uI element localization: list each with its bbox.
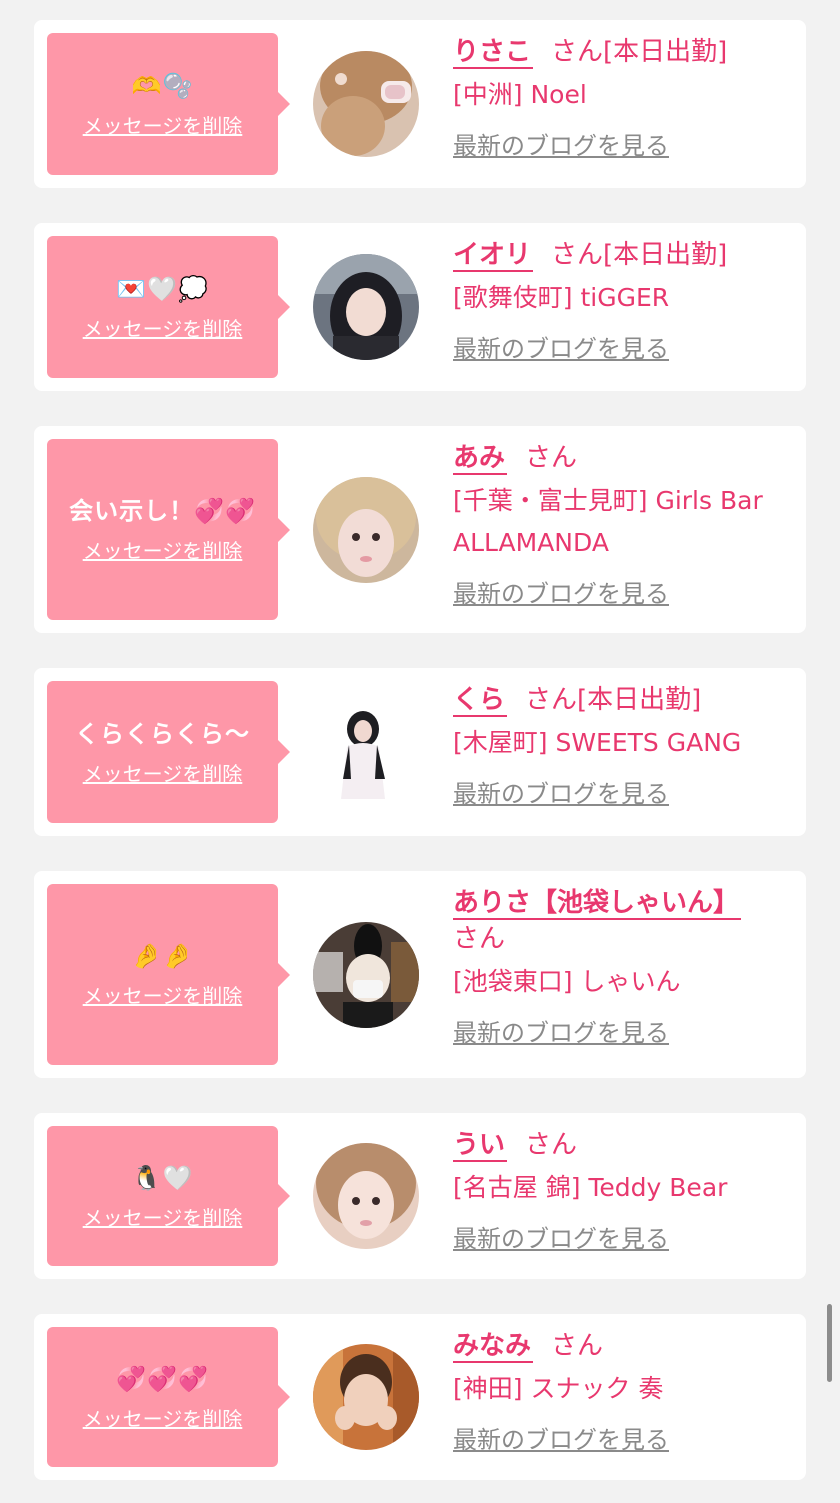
message-text: 🤌🤌	[131, 942, 194, 970]
status-label: [本日出勤]	[577, 685, 702, 715]
latest-blog-link[interactable]: 最新のブログを見る	[453, 574, 669, 609]
shop-label: [神田] スナック 奏	[453, 1374, 664, 1403]
scrollbar[interactable]	[827, 1304, 832, 1382]
cast-info: みなみ さん [神田] スナック 奏 最新のブログを見る	[453, 1328, 793, 1455]
shop-label: [名古屋 錦] Teddy Bear	[453, 1173, 728, 1202]
latest-blog-link[interactable]: 最新のブログを見る	[453, 1420, 669, 1455]
avatar[interactable]	[313, 1143, 419, 1249]
cast-name-link[interactable]: くら	[453, 685, 508, 717]
latest-blog-link[interactable]: 最新のブログを見る	[453, 1219, 669, 1254]
shop-label: [歌舞伎町] tiGGER	[453, 283, 670, 312]
cast-name-link[interactable]: ありさ【池袋しゃいん】	[453, 888, 742, 920]
avatar[interactable]	[313, 51, 419, 157]
latest-blog-link[interactable]: 最新のブログを見る	[453, 1013, 669, 1048]
cast-card: 🤌🤌 メッセージを削除 ありさ【池袋しゃいん】 さん [池袋東口] しゃいん 最新…	[34, 871, 806, 1078]
cast-name-link[interactable]: あみ	[453, 443, 508, 475]
message-bubble: 会い示し！💞💞 メッセージを削除	[47, 439, 290, 620]
message-text: 🐧🤍	[131, 1163, 194, 1192]
name-line: あみ さん	[453, 440, 793, 476]
shop-label: [中洲] Noel	[453, 80, 587, 109]
cast-info: りさこ さん[本日出勤] [中洲] Noel 最新のブログを見る	[453, 34, 793, 161]
name-line: うい さん	[453, 1127, 793, 1163]
avatar[interactable]	[313, 699, 419, 805]
delete-message-link[interactable]: メッセージを削除	[83, 535, 243, 564]
name-line: ありさ【池袋しゃいん】 さん	[453, 885, 793, 957]
cast-info: あみ さん [千葉・富士見町] Girls Bar ALLAMANDA 最新のブロ…	[453, 440, 793, 609]
name-line: りさこ さん[本日出勤]	[453, 34, 793, 70]
message-bubble: 🐧🤍 メッセージを削除	[47, 1126, 290, 1266]
message-text: 🫶🫧	[131, 71, 194, 100]
message-bubble: くらくらくら〜 メッセージを削除	[47, 681, 290, 823]
honorific: さん	[551, 240, 604, 270]
honorific: さん	[525, 685, 578, 715]
honorific: さん	[551, 37, 604, 67]
cast-info: くら さん[本日出勤] [木屋町] SWEETS GANG 最新のブログを見る	[453, 682, 793, 809]
delete-message-link[interactable]: メッセージを削除	[83, 313, 243, 342]
avatar[interactable]	[313, 477, 419, 583]
shop-label: [木屋町] SWEETS GANG	[453, 728, 742, 757]
delete-message-link[interactable]: メッセージを削除	[83, 980, 243, 1009]
cast-name-link[interactable]: みなみ	[453, 1331, 534, 1363]
latest-blog-link[interactable]: 最新のブログを見る	[453, 774, 669, 809]
status-label: [本日出勤]	[603, 240, 728, 270]
cast-name-link[interactable]: うい	[453, 1130, 508, 1162]
shop-label: [池袋東口] しゃいん	[453, 967, 681, 996]
honorific: さん	[525, 1130, 578, 1160]
message-text: 💌🤍💭	[116, 274, 209, 303]
status-label: [本日出勤]	[603, 37, 728, 67]
message-bubble: 🤌🤌 メッセージを削除	[47, 884, 290, 1065]
message-text: くらくらくら〜	[75, 719, 250, 748]
avatar[interactable]	[313, 1344, 419, 1450]
message-bubble: 💞💞💞 メッセージを削除	[47, 1327, 290, 1467]
message-text: 💞💞💞	[116, 1364, 209, 1393]
cast-card: 🫶🫧 メッセージを削除 りさこ さん[本日出勤] [中洲] Noel 最新のブログ…	[34, 20, 806, 188]
cast-card: 会い示し！💞💞 メッセージを削除 あみ さん [千葉・富士見町] Girls Ba…	[34, 426, 806, 633]
cast-name-link[interactable]: イオリ	[453, 240, 534, 272]
cast-name-link[interactable]: りさこ	[453, 37, 534, 69]
delete-message-link[interactable]: メッセージを削除	[83, 1202, 243, 1231]
cast-card: 💞💞💞 メッセージを削除 みなみ さん [神田] スナック 奏 最新のブログを見る	[34, 1314, 806, 1480]
message-text: 会い示し！💞💞	[69, 497, 256, 525]
honorific: さん	[551, 1331, 604, 1361]
honorific: さん	[453, 924, 506, 954]
avatar[interactable]	[313, 254, 419, 360]
name-line: イオリ さん[本日出勤]	[453, 237, 793, 273]
delete-message-link[interactable]: メッセージを削除	[83, 1403, 243, 1432]
cast-card: くらくらくら〜 メッセージを削除 くら さん[本日出勤] [木屋町] SWEETS…	[34, 668, 806, 836]
avatar[interactable]	[313, 922, 419, 1028]
cast-info: ありさ【池袋しゃいん】 さん [池袋東口] しゃいん 最新のブログを見る	[453, 885, 793, 1048]
message-bubble: 💌🤍💭 メッセージを削除	[47, 236, 290, 378]
name-line: みなみ さん	[453, 1328, 793, 1364]
shop-label: [千葉・富士見町] Girls Bar ALLAMANDA	[453, 486, 763, 557]
delete-message-link[interactable]: メッセージを削除	[83, 758, 243, 787]
message-bubble: 🫶🫧 メッセージを削除	[47, 33, 290, 175]
latest-blog-link[interactable]: 最新のブログを見る	[453, 329, 669, 364]
cast-info: イオリ さん[本日出勤] [歌舞伎町] tiGGER 最新のブログを見る	[453, 237, 793, 364]
delete-message-link[interactable]: メッセージを削除	[83, 110, 243, 139]
cast-info: うい さん [名古屋 錦] Teddy Bear 最新のブログを見る	[453, 1127, 793, 1254]
cast-card: 💌🤍💭 メッセージを削除 イオリ さん[本日出勤] [歌舞伎町] tiGGER 最…	[34, 223, 806, 391]
name-line: くら さん[本日出勤]	[453, 682, 793, 718]
honorific: さん	[525, 443, 578, 473]
latest-blog-link[interactable]: 最新のブログを見る	[453, 126, 669, 161]
cast-card: 🐧🤍 メッセージを削除 うい さん [名古屋 錦] Teddy Bear 最新のブ…	[34, 1113, 806, 1279]
